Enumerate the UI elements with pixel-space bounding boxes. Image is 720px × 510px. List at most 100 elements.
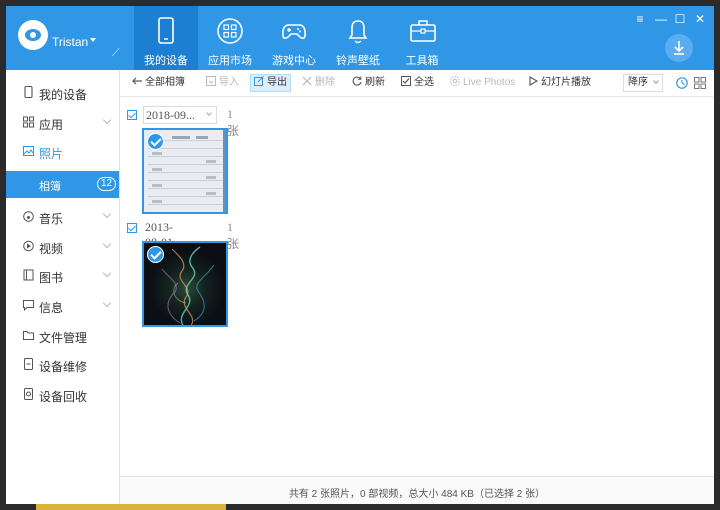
recycle-icon [24, 388, 33, 400]
export-icon [254, 76, 264, 86]
sidebar-item-photos[interactable]: 照片 [6, 137, 119, 166]
refresh-icon [352, 76, 362, 86]
sidebar-item-label: 设备维修 [39, 360, 88, 374]
book-icon [23, 269, 34, 281]
delete-icon [302, 76, 312, 86]
tab-ringtones-wallpapers[interactable]: 铃声壁纸 [326, 6, 390, 70]
close-button[interactable]: ✕ [694, 13, 706, 25]
header-bar: Tristan ⟋ 我的设备 应用市场 游戏中心 铃声壁纸 工具箱 ≡ — ☐ … [6, 6, 714, 70]
slideshow-button[interactable]: 幻灯片播放 [528, 74, 591, 92]
selected-check-icon[interactable] [147, 133, 164, 150]
refresh-button[interactable]: 刷新 [352, 74, 385, 92]
import-button[interactable]: 导入 [206, 74, 239, 92]
photo-thumbnail[interactable] [142, 128, 228, 214]
album-count-badge: 12 [97, 177, 117, 191]
apps-icon [23, 116, 34, 128]
sidebar-item-my-device[interactable]: 我的设备 [6, 78, 119, 107]
device-icon [24, 86, 33, 98]
message-icon [23, 300, 34, 311]
sidebar-item-label: 应用 [39, 118, 64, 132]
music-icon [23, 211, 34, 222]
delete-label: 删除 [315, 77, 335, 88]
refresh-label: 刷新 [365, 77, 385, 88]
minimize-button[interactable]: — [655, 13, 667, 25]
photo-thumbnail[interactable] [142, 241, 228, 327]
select-all-label: 全选 [414, 77, 434, 88]
back-to-all-albums-button[interactable]: 全部相簿 [132, 74, 185, 92]
chevron-down-icon[interactable] [102, 268, 112, 278]
user-name[interactable]: Tristan [52, 35, 88, 49]
tab-label: 铃声壁纸 [336, 55, 380, 67]
group-select-checkbox[interactable] [127, 110, 137, 120]
sidebar-item-video[interactable]: 视频 [6, 232, 119, 261]
download-button[interactable] [665, 34, 693, 62]
tab-toolbox[interactable]: 工具箱 [390, 6, 454, 70]
repair-icon [24, 358, 33, 370]
sidebar-item-apps[interactable]: 应用 [6, 108, 119, 137]
sidebar-item-file-manager[interactable]: 文件管理 [6, 321, 119, 350]
sidebar-item-label: 音乐 [39, 212, 64, 226]
live-photos-label: Live Photos [463, 77, 516, 88]
live-photos-icon [450, 76, 460, 86]
tab-label: 游戏中心 [272, 55, 316, 67]
sidebar-item-label: 我的设备 [39, 88, 88, 102]
sort-order-value: 降序 [628, 77, 648, 88]
sidebar-item-device-repair[interactable]: 设备维修 [6, 350, 119, 379]
live-photos-button[interactable]: Live Photos [450, 74, 515, 92]
selected-check-icon[interactable] [147, 246, 164, 263]
sync-icon[interactable]: ⟋ [112, 47, 124, 59]
sidebar-sub-label: 相簿 [39, 181, 61, 193]
slideshow-label: 幻灯片播放 [541, 77, 591, 88]
app-logo [18, 20, 48, 50]
gamepad-icon [282, 24, 306, 40]
folder-icon [23, 331, 34, 340]
chevron-down-icon[interactable] [102, 209, 112, 219]
bell-icon [348, 20, 368, 44]
group-count: 1 张 [227, 220, 240, 251]
sidebar-item-label: 设备回收 [39, 390, 88, 404]
maximize-button[interactable]: ☐ [674, 13, 686, 25]
menu-icon[interactable]: ≡ [634, 13, 646, 25]
chevron-down-icon[interactable] [102, 239, 112, 249]
phone-icon [158, 17, 174, 44]
toolbox-icon [410, 20, 436, 42]
status-text: 共有 2 张照片，0 部视频，总大小 484 KB（已选择 2 张） [288, 489, 546, 500]
grid-view-icon[interactable] [694, 77, 706, 89]
tab-my-device[interactable]: 我的设备 [134, 6, 198, 70]
group-select-checkbox[interactable] [127, 223, 137, 233]
sidebar-item-device-recycle[interactable]: 设备回收 [6, 380, 119, 409]
video-icon [23, 240, 34, 252]
apps-grid-icon [217, 18, 243, 44]
group-date: 2018-09... [146, 108, 195, 122]
export-label: 导出 [267, 77, 287, 88]
sidebar-item-albums[interactable]: 相簿 12 [6, 171, 119, 198]
chevron-down-icon[interactable] [102, 115, 112, 125]
delete-button[interactable]: 删除 [302, 74, 335, 92]
sidebar-item-messages[interactable]: 信息 [6, 291, 119, 320]
app-window: Tristan ⟋ 我的设备 应用市场 游戏中心 铃声壁纸 工具箱 ≡ — ☐ … [6, 6, 714, 504]
download-icon [674, 41, 684, 55]
photo-content: 2018-09... 1 张 2013-08-01 1 张 [120, 98, 714, 476]
status-bar: 共有 2 张照片，0 部视频，总大小 484 KB（已选择 2 张） [120, 476, 714, 504]
sidebar-item-label: 文件管理 [39, 331, 88, 345]
chevron-down-icon[interactable] [102, 298, 112, 308]
tab-app-market[interactable]: 应用市场 [198, 6, 262, 70]
select-all-button[interactable]: 全选 [401, 74, 434, 92]
chevron-down-icon [206, 110, 212, 116]
play-icon [529, 76, 538, 86]
sidebar-item-label: 视频 [39, 242, 64, 256]
group-count: 1 张 [227, 107, 240, 138]
tab-game-center[interactable]: 游戏中心 [262, 6, 326, 70]
sidebar-item-label: 图书 [39, 271, 64, 285]
sidebar-item-music[interactable]: 音乐 [6, 202, 119, 231]
sidebar-item-books[interactable]: 图书 [6, 261, 119, 290]
clock-icon[interactable] [676, 77, 688, 89]
export-button[interactable]: 导出 [250, 74, 291, 92]
arrow-left-icon [132, 77, 142, 85]
photo-icon [23, 146, 34, 156]
group-date-select[interactable]: 2018-09... [143, 106, 217, 124]
sidebar: 我的设备 应用 照片 相簿 12 音乐 视频 图书 信息 文件管理 设备维修 设… [6, 70, 120, 504]
user-menu-caret-icon[interactable] [90, 38, 96, 42]
sort-order-select[interactable]: 降序 [623, 74, 663, 92]
import-icon [206, 76, 216, 86]
